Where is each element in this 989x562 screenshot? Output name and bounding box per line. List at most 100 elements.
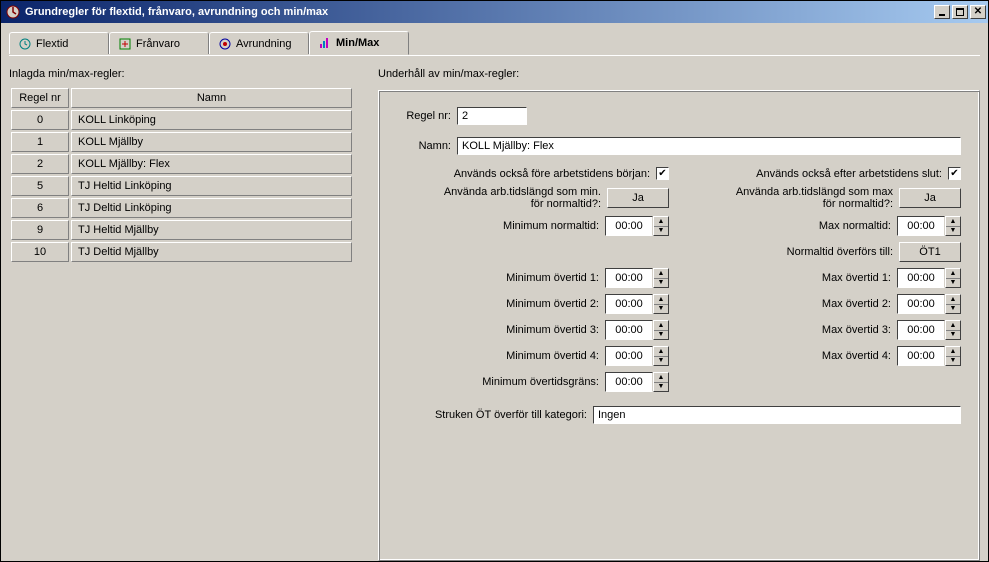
app-icon <box>5 4 21 20</box>
time-max-ot3[interactable]: 00:00▲▼ <box>897 320 961 340</box>
chevron-up-icon[interactable]: ▲ <box>946 269 960 279</box>
chevron-down-icon[interactable]: ▼ <box>946 357 960 366</box>
button-norm-transfer[interactable]: ÖT1 <box>899 242 961 262</box>
table-row[interactable]: 9TJ Heltid Mjällby <box>11 220 352 240</box>
table-row[interactable]: 0KOLL Linköping <box>11 110 352 130</box>
time-min-ot3[interactable]: 00:00▲▼ <box>605 320 669 340</box>
spinner[interactable]: ▲▼ <box>945 320 961 340</box>
tab-franvaro[interactable]: Frånvaro <box>109 32 209 54</box>
pair-max-ot4: Max övertid 4: 00:00▲▼ <box>689 346 961 366</box>
chevron-down-icon[interactable]: ▼ <box>946 227 960 236</box>
label-min-ot4: Minimum övertid 4: <box>397 350 599 362</box>
time-max-norm[interactable]: 00:00▲▼ <box>897 216 961 236</box>
spinner[interactable]: ▲▼ <box>945 346 961 366</box>
col-header-name: Namn <box>71 88 352 108</box>
rules-list-panel: Inlagda min/max-regler: Regel nr Namn 0K… <box>9 68 354 561</box>
label-max-ot2: Max övertid 2: <box>689 298 891 310</box>
label-max-norm: Max normaltid: <box>689 220 891 232</box>
spinner[interactable]: ▲▼ <box>653 268 669 288</box>
time-value: 00:00 <box>605 372 653 392</box>
label-struken: Struken ÖT överför till kategori: <box>397 409 587 421</box>
chevron-up-icon[interactable]: ▲ <box>654 321 668 331</box>
time-min-norm[interactable]: 00:00▲▼ <box>605 216 669 236</box>
tab-flextid[interactable]: Flextid <box>9 32 109 54</box>
table-row[interactable]: 1KOLL Mjällby <box>11 132 352 152</box>
time-max-ot1[interactable]: 00:00▲▼ <box>897 268 961 288</box>
time-min-ot2[interactable]: 00:00▲▼ <box>605 294 669 314</box>
chevron-up-icon[interactable]: ▲ <box>946 217 960 227</box>
close-button[interactable]: ✕ <box>970 5 986 19</box>
cell-name: KOLL Mjällby: Flex <box>71 154 352 174</box>
table-row[interactable]: 5TJ Heltid Linköping <box>11 176 352 196</box>
chevron-up-icon[interactable]: ▲ <box>946 347 960 357</box>
chevron-down-icon[interactable]: ▼ <box>654 279 668 288</box>
cell-name: KOLL Linköping <box>71 110 352 130</box>
checkbox-after-end[interactable]: ✔ <box>948 167 961 180</box>
maximize-button[interactable] <box>952 5 968 19</box>
time-min-ot-limit[interactable]: 00:00▲▼ <box>605 372 669 392</box>
time-min-ot4[interactable]: 00:00▲▼ <box>605 346 669 366</box>
checkbox-before-start[interactable]: ✔ <box>656 167 669 180</box>
chevron-down-icon[interactable]: ▼ <box>946 305 960 314</box>
pair-min-norm: Minimum normaltid: 00:00▲▼ <box>397 216 669 236</box>
chevron-up-icon[interactable]: ▲ <box>946 321 960 331</box>
chevron-down-icon[interactable]: ▼ <box>654 383 668 392</box>
minimize-button[interactable] <box>934 5 950 19</box>
chevron-up-icon[interactable]: ▲ <box>654 373 668 383</box>
toggle-max-norm[interactable]: Ja <box>899 188 961 208</box>
time-max-ot4[interactable]: 00:00▲▼ <box>897 346 961 366</box>
chevron-down-icon[interactable]: ▼ <box>946 331 960 340</box>
spinner[interactable]: ▲▼ <box>945 216 961 236</box>
spinner[interactable]: ▲▼ <box>653 372 669 392</box>
table-row[interactable]: 10TJ Deltid Mjällby <box>11 242 352 262</box>
input-struken[interactable] <box>593 406 961 424</box>
cell-name: TJ Deltid Linköping <box>71 198 352 218</box>
chevron-down-icon[interactable]: ▼ <box>654 305 668 314</box>
table-header-row: Regel nr Namn <box>11 88 352 108</box>
time-value: 00:00 <box>605 346 653 366</box>
chevron-up-icon[interactable]: ▲ <box>654 269 668 279</box>
chevron-down-icon[interactable]: ▼ <box>654 227 668 236</box>
row-struken: Struken ÖT överför till kategori: <box>397 406 961 424</box>
pair-min-ot3: Minimum övertid 3: 00:00▲▼ <box>397 320 669 340</box>
table-row[interactable]: 6TJ Deltid Linköping <box>11 198 352 218</box>
toggle-min-norm[interactable]: Ja <box>607 188 669 208</box>
chevron-up-icon[interactable]: ▲ <box>654 217 668 227</box>
pair-max-ot1: Max övertid 1: 00:00▲▼ <box>689 268 961 288</box>
plus-icon <box>118 37 132 51</box>
pair-min-ot2: Minimum övertid 2: 00:00▲▼ <box>397 294 669 314</box>
chevron-down-icon[interactable]: ▼ <box>654 357 668 366</box>
label-min-ot2: Minimum övertid 2: <box>397 298 599 310</box>
chevron-up-icon[interactable]: ▲ <box>654 295 668 305</box>
label-min-ot-limit: Minimum övertidsgräns: <box>397 376 599 388</box>
cell-name: TJ Deltid Mjällby <box>71 242 352 262</box>
tab-minmax[interactable]: Min/Max <box>309 31 409 55</box>
row-name: Namn: <box>397 137 961 155</box>
col-header-nr: Regel nr <box>11 88 69 108</box>
spinner[interactable]: ▲▼ <box>653 216 669 236</box>
spinner[interactable]: ▲▼ <box>945 268 961 288</box>
tab-avrundning[interactable]: Avrundning <box>209 32 309 54</box>
edit-heading: Underhåll av min/max-regler: <box>378 68 980 80</box>
chevron-down-icon[interactable]: ▼ <box>654 331 668 340</box>
spinner[interactable]: ▲▼ <box>945 294 961 314</box>
time-value: 00:00 <box>897 320 945 340</box>
time-value: 00:00 <box>897 268 945 288</box>
window-title: Grundregler för flextid, frånvaro, avrun… <box>25 6 934 18</box>
spinner[interactable]: ▲▼ <box>653 320 669 340</box>
round-icon <box>218 37 232 51</box>
spinner[interactable]: ▲▼ <box>653 346 669 366</box>
time-max-ot2[interactable]: 00:00▲▼ <box>897 294 961 314</box>
spinner[interactable]: ▲▼ <box>653 294 669 314</box>
chevron-up-icon[interactable]: ▲ <box>946 295 960 305</box>
time-value: 00:00 <box>605 320 653 340</box>
time-min-ot1[interactable]: 00:00▲▼ <box>605 268 669 288</box>
input-name[interactable] <box>457 137 961 155</box>
chevron-down-icon[interactable]: ▼ <box>946 279 960 288</box>
table-row[interactable]: 2KOLL Mjällby: Flex <box>11 154 352 174</box>
cell-name: TJ Heltid Mjällby <box>71 220 352 240</box>
input-rule-nr[interactable] <box>457 107 527 125</box>
label-name: Namn: <box>397 140 457 152</box>
tab-label: Min/Max <box>336 37 379 49</box>
chevron-up-icon[interactable]: ▲ <box>654 347 668 357</box>
